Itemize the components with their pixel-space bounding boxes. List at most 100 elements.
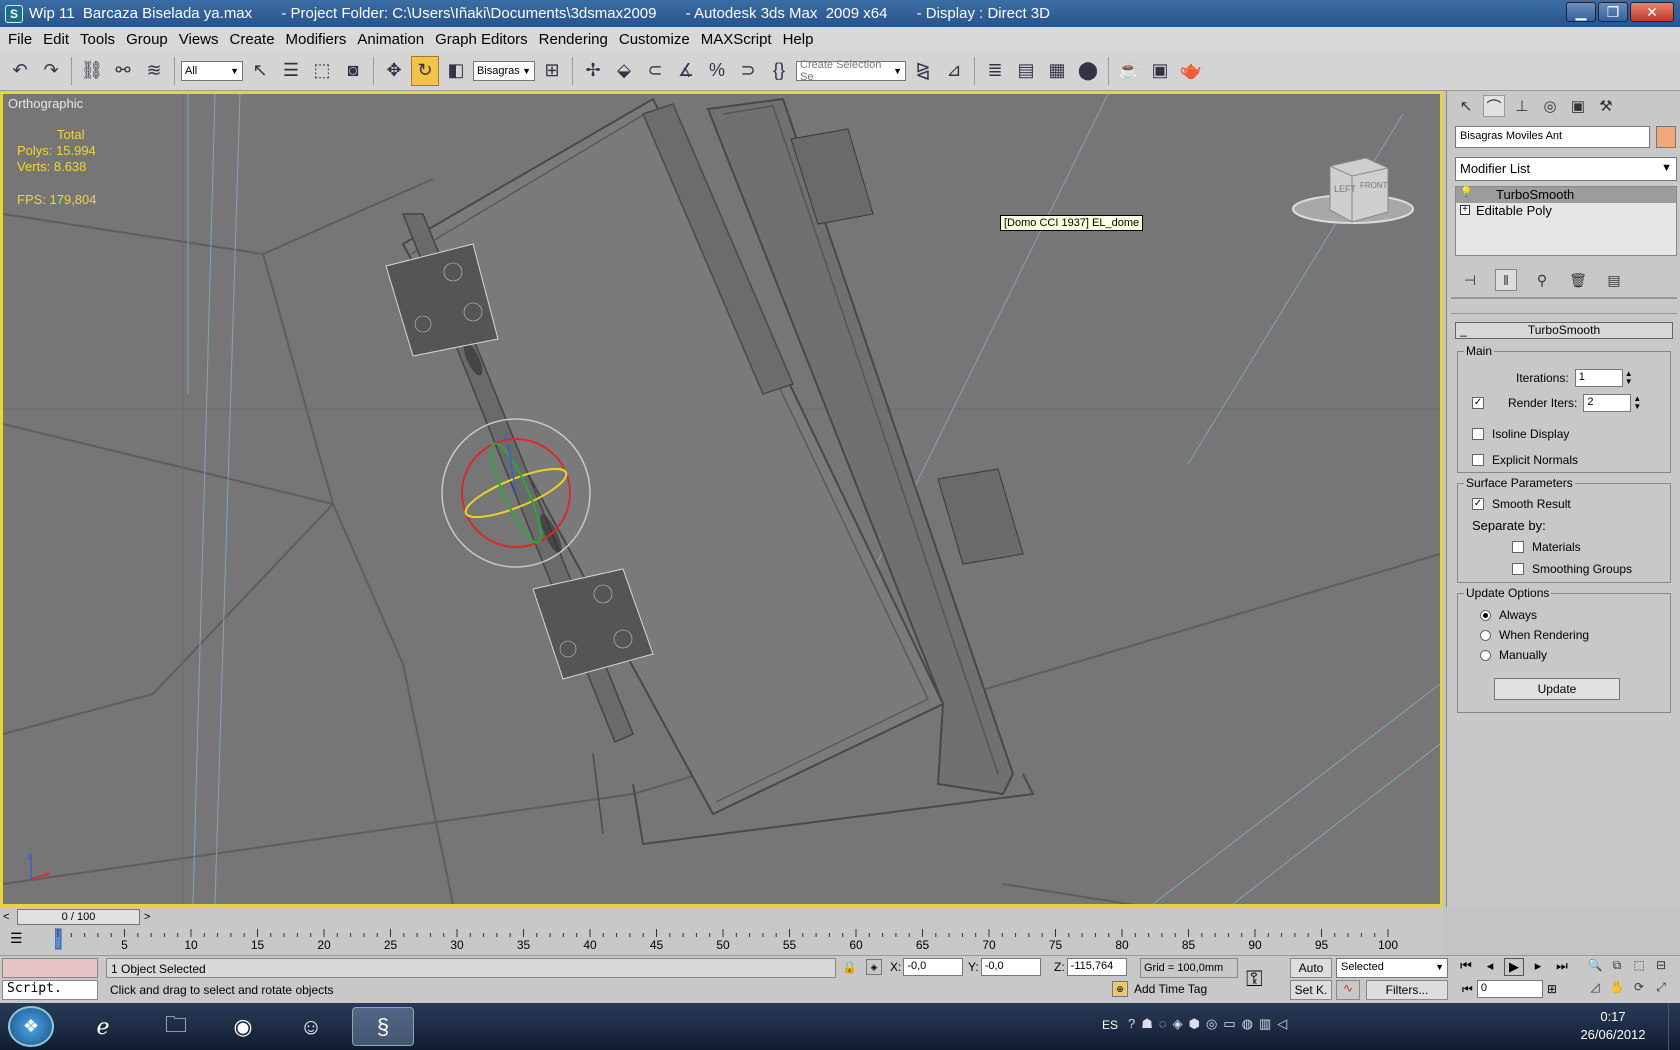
- z-field[interactable]: -115,764: [1066, 958, 1127, 976]
- rotate-icon[interactable]: ↻: [411, 55, 439, 86]
- layer-manager-icon[interactable]: ≣: [981, 56, 1009, 86]
- render-iters-spinner[interactable]: 2: [1583, 394, 1632, 412]
- manually-radio[interactable]: [1480, 649, 1491, 661]
- viewport-label[interactable]: Orthographic: [8, 96, 83, 111]
- menu-edit[interactable]: Edit: [39, 31, 76, 48]
- x-field[interactable]: -0,0: [903, 958, 964, 976]
- materials-checkbox[interactable]: [1512, 541, 1524, 553]
- menu-views[interactable]: Views: [175, 31, 226, 48]
- tray-app-icon[interactable]: ◌: [1159, 1016, 1167, 1032]
- zoom-extents-icon[interactable]: ⬚: [1630, 958, 1648, 976]
- bind-space-warp-icon[interactable]: ≋: [140, 56, 168, 86]
- remove-modifier-icon[interactable]: 🗑: [1567, 269, 1589, 291]
- angle-snap-icon[interactable]: ∡: [672, 56, 700, 86]
- auto-key-button[interactable]: Auto: [1290, 958, 1332, 978]
- curve-editor-icon[interactable]: ▦: [1043, 56, 1071, 86]
- pivot-center-icon[interactable]: ⊞: [538, 56, 566, 86]
- spinner-arrows-icon[interactable]: ▲ ▼: [1633, 395, 1641, 411]
- play-icon[interactable]: ▶: [1504, 958, 1524, 976]
- help-icon[interactable]: ?: [1128, 1016, 1135, 1032]
- key-filter-dropdown[interactable]: Selected ▼: [1336, 958, 1448, 978]
- rendered-frame-window-icon[interactable]: ▣: [1146, 56, 1174, 86]
- explicit-normals-checkbox[interactable]: [1472, 454, 1484, 466]
- spinner-arrows-icon[interactable]: ▲ ▼: [1625, 370, 1633, 386]
- menu-tools[interactable]: Tools: [76, 31, 122, 48]
- motion-tab-icon[interactable]: ◎: [1539, 95, 1561, 117]
- collapse-icon[interactable]: _: [1460, 323, 1467, 337]
- 3ds-max-icon[interactable]: S: [5, 4, 23, 23]
- display-tab-icon[interactable]: ▣: [1567, 95, 1589, 117]
- lightbulb-icon[interactable]: 💡: [1460, 188, 1472, 199]
- object-color-swatch[interactable]: [1656, 126, 1676, 148]
- stack-item-editable-poly[interactable]: + Editable Poly: [1456, 203, 1676, 219]
- set-key-button[interactable]: Set K.: [1290, 980, 1332, 1000]
- manipulate-icon[interactable]: ✢: [579, 56, 607, 86]
- network-icon[interactable]: ▥: [1259, 1016, 1271, 1032]
- minimize-button[interactable]: ▁: [1566, 2, 1596, 22]
- modifier-stack[interactable]: 💡 TurboSmooth + Editable Poly: [1455, 186, 1677, 256]
- redo-icon[interactable]: ↷: [37, 56, 65, 86]
- menu-help[interactable]: Help: [779, 31, 821, 48]
- pan-icon[interactable]: ✋: [1608, 980, 1626, 998]
- tray-app-icon[interactable]: ◍: [1242, 1016, 1253, 1032]
- smoothing-groups-checkbox[interactable]: [1512, 563, 1524, 575]
- y-field[interactable]: -0,0: [980, 958, 1041, 976]
- start-button[interactable]: ❖: [8, 1006, 54, 1047]
- menu-rendering[interactable]: Rendering: [535, 31, 615, 48]
- viewcube[interactable]: LEFT FRONT: [1288, 154, 1418, 247]
- messenger-icon[interactable]: ☺: [280, 1007, 342, 1046]
- close-button[interactable]: ✕: [1630, 2, 1674, 22]
- select-object-icon[interactable]: ↖: [246, 56, 274, 86]
- undo-icon[interactable]: ↶: [6, 56, 34, 86]
- next-frame-icon[interactable]: ▸: [1528, 958, 1548, 976]
- isoline-display-checkbox[interactable]: [1472, 428, 1484, 440]
- file-explorer-icon[interactable]: 🗀: [145, 1007, 207, 1046]
- modifier-list-dropdown[interactable]: Modifier List ▼: [1455, 157, 1677, 181]
- show-end-result-icon[interactable]: ‖: [1495, 269, 1517, 291]
- pin-stack-icon[interactable]: ⊣: [1459, 269, 1481, 291]
- smooth-result-checkbox[interactable]: ✓: [1472, 498, 1484, 510]
- clock[interactable]: 0:17 26/06/2012: [1568, 1008, 1658, 1044]
- hierarchy-tab-icon[interactable]: ⊥: [1511, 95, 1533, 117]
- key-mode-icon[interactable]: ⏮: [1462, 982, 1473, 997]
- open-mini-curve-editor-icon[interactable]: ☰: [10, 930, 23, 947]
- configure-modifier-sets-icon[interactable]: ▤: [1603, 269, 1625, 291]
- zoom-all-icon[interactable]: ⧉: [1608, 958, 1626, 976]
- zoom-extents-all-icon[interactable]: ⊟: [1652, 958, 1670, 976]
- always-radio[interactable]: [1480, 609, 1491, 621]
- firefox-icon[interactable]: ◉: [212, 1007, 274, 1046]
- tray-app-icon[interactable]: ⬢: [1189, 1016, 1200, 1032]
- update-button[interactable]: Update: [1494, 678, 1620, 700]
- spinner-snap-icon[interactable]: ⊃: [734, 56, 762, 86]
- create-tab-icon[interactable]: ↖: [1455, 95, 1477, 117]
- when-rendering-radio[interactable]: [1480, 629, 1491, 641]
- reference-coord-dropdown[interactable]: Bisagras ▼: [473, 60, 535, 81]
- make-unique-icon[interactable]: ⚲: [1531, 269, 1553, 291]
- volume-icon[interactable]: ◁: [1277, 1016, 1287, 1032]
- language-indicator[interactable]: ES: [1102, 1018, 1118, 1032]
- stack-item-turbosmooth[interactable]: 💡 TurboSmooth: [1456, 187, 1676, 203]
- tray-app-icon[interactable]: ◎: [1206, 1016, 1217, 1032]
- move-icon[interactable]: ✥: [380, 56, 408, 86]
- keyboard-shortcut-override-icon[interactable]: ⬙: [610, 56, 638, 86]
- tray-app-icon[interactable]: ◈: [1173, 1016, 1183, 1032]
- 3ds-max-taskbar-icon[interactable]: §: [352, 1007, 414, 1046]
- menu-animation[interactable]: Animation: [353, 31, 431, 48]
- iterations-spinner[interactable]: 1: [1574, 369, 1623, 387]
- show-desktop-button[interactable]: [1668, 1003, 1680, 1050]
- percent-snap-icon[interactable]: %: [703, 56, 731, 86]
- edit-named-selection-icon[interactable]: {}: [765, 56, 793, 86]
- tray-app-icon[interactable]: ▭: [1223, 1016, 1235, 1032]
- selection-filter-dropdown[interactable]: All ▼: [181, 60, 243, 81]
- current-frame-field[interactable]: 0: [1476, 980, 1543, 998]
- snap-toggle-icon[interactable]: ⊂: [641, 56, 669, 86]
- time-next-button[interactable]: >: [144, 911, 150, 923]
- menu-create[interactable]: Create: [226, 31, 282, 48]
- render-setup-icon[interactable]: ☕: [1115, 56, 1143, 86]
- set-key-icon[interactable]: ⚿: [1246, 966, 1263, 992]
- utilities-tab-icon[interactable]: ⚒: [1595, 95, 1617, 117]
- menu-file[interactable]: File: [4, 31, 39, 48]
- default-tangent-icon[interactable]: ∿: [1336, 980, 1360, 1000]
- zoom-icon[interactable]: 🔍: [1586, 958, 1604, 976]
- menu-modifiers[interactable]: Modifiers: [282, 31, 354, 48]
